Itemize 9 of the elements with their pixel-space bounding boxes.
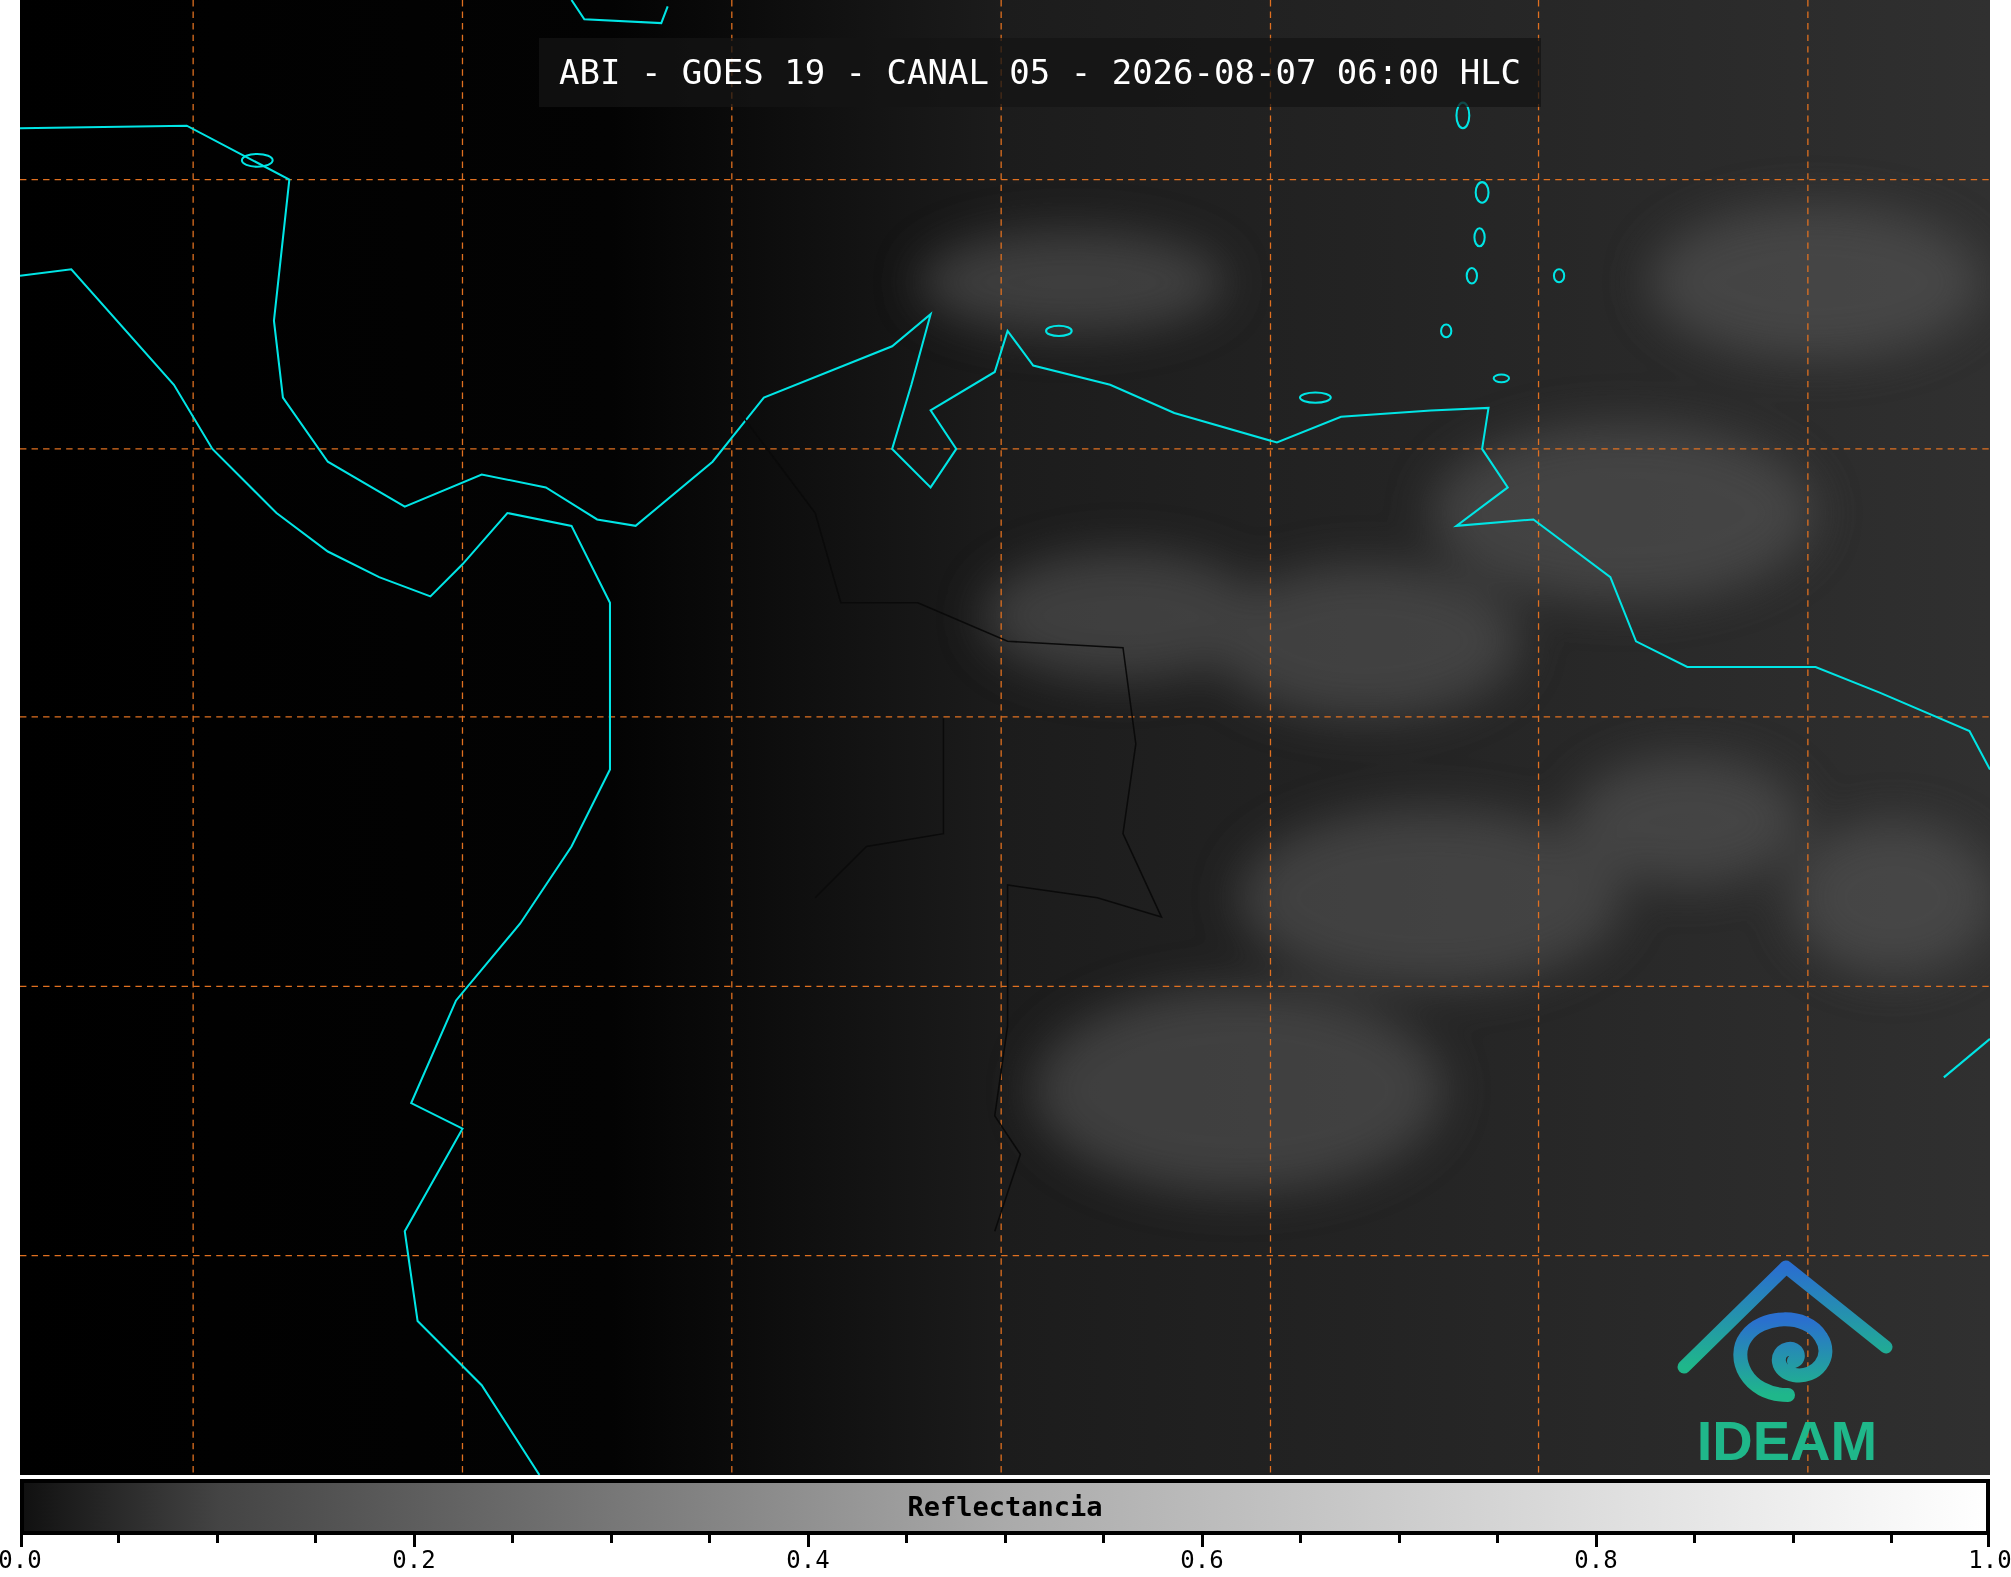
colorbar-label: Reflectancia [907, 1489, 1103, 1524]
tick-label: 0.4 [786, 1548, 830, 1572]
tick-label: 0.8 [1574, 1548, 1618, 1572]
image-title: ABI - GOES 19 - CANAL 05 - 2026-08-07 06:00 HLC [539, 38, 1542, 107]
logo-wordmark: IDEAM [1696, 1413, 1878, 1469]
tick-label: 0.6 [1180, 1548, 1224, 1572]
tick-label: 0.0 [0, 1548, 42, 1572]
tick-label: 1.0 [1968, 1548, 2011, 1572]
tick-label: 0.2 [392, 1548, 436, 1572]
